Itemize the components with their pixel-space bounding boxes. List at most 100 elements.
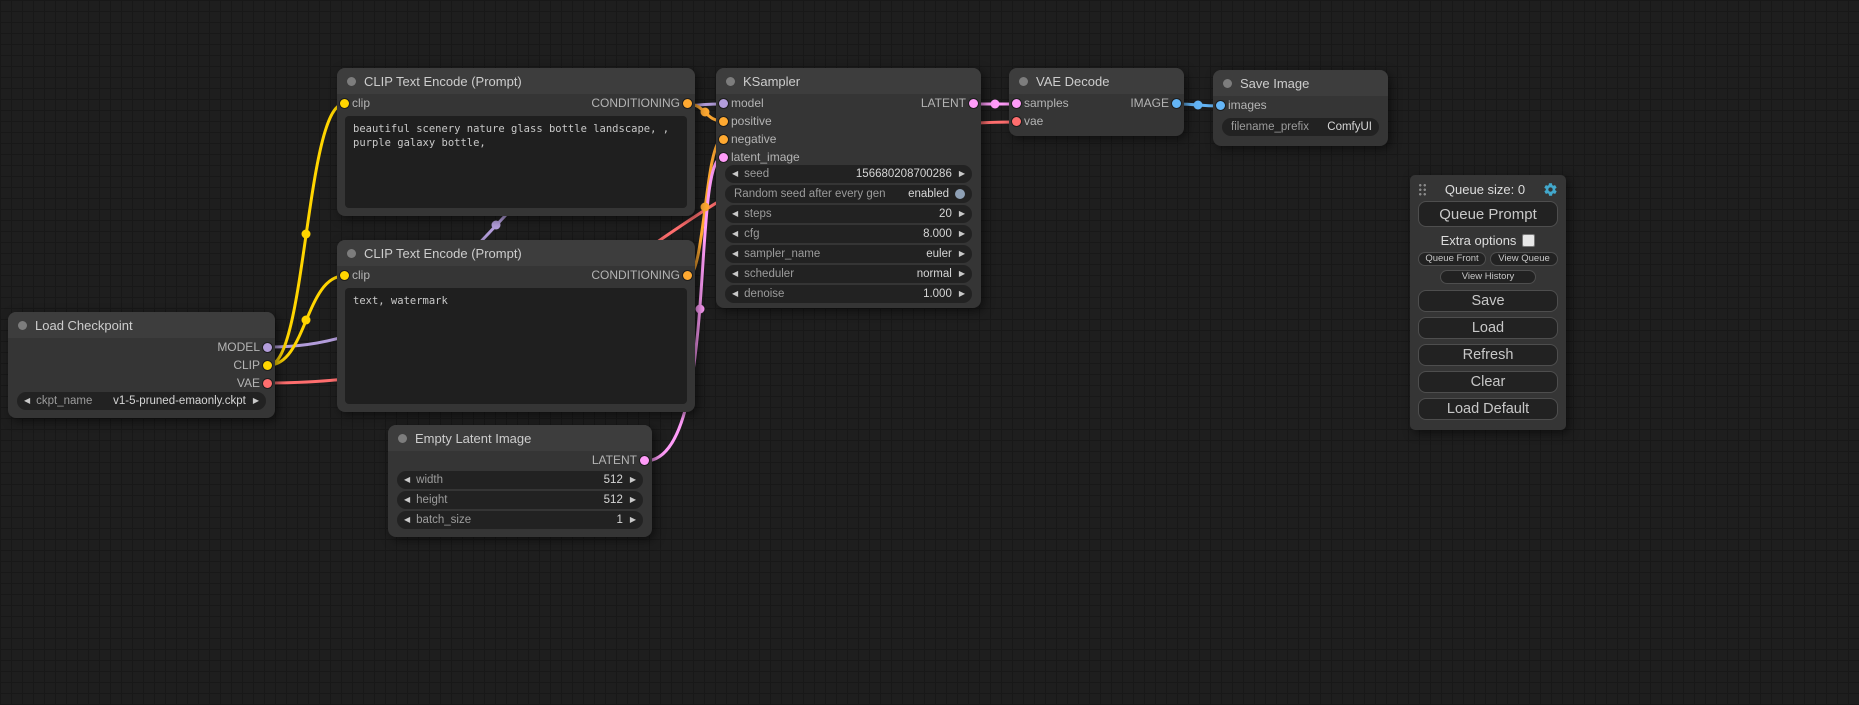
- height-widget[interactable]: height 512: [397, 491, 643, 509]
- load-button[interactable]: Load: [1418, 317, 1558, 339]
- increment-arrow-icon[interactable]: [952, 170, 965, 178]
- load-default-button[interactable]: Load Default: [1418, 398, 1558, 420]
- increment-arrow-icon[interactable]: [952, 230, 965, 238]
- widget-label: batch_size: [416, 514, 471, 526]
- decrement-arrow-icon[interactable]: [732, 170, 738, 178]
- input-socket-model[interactable]: [719, 99, 728, 108]
- decrement-arrow-icon[interactable]: [732, 250, 738, 258]
- decrement-arrow-icon[interactable]: [24, 397, 30, 405]
- decrement-arrow-icon[interactable]: [732, 290, 738, 298]
- clear-button[interactable]: Clear: [1418, 371, 1558, 393]
- input-socket-clip[interactable]: [340, 99, 349, 108]
- node-clip-text-encode-positive[interactable]: CLIP Text Encode (Prompt) clip CONDITION…: [337, 68, 695, 216]
- ckpt-name-widget[interactable]: ckpt_name v1-5-pruned-emaonly.ckpt: [17, 392, 266, 410]
- widget-label: width: [416, 474, 443, 486]
- view-history-button[interactable]: View History: [1440, 270, 1536, 284]
- collapse-dot-icon[interactable]: [18, 321, 27, 330]
- steps-widget[interactable]: steps 20: [725, 205, 972, 223]
- node-save-image[interactable]: Save Image images filename_prefix ComfyU…: [1213, 70, 1388, 146]
- denoise-widget[interactable]: denoise 1.000: [725, 285, 972, 303]
- increment-arrow-icon[interactable]: [623, 476, 636, 484]
- node-empty-latent-image[interactable]: Empty Latent Image LATENT width 512 heig…: [388, 425, 652, 537]
- input-socket-clip[interactable]: [340, 271, 349, 280]
- output-socket-image[interactable]: [1172, 99, 1181, 108]
- collapse-dot-icon[interactable]: [398, 434, 407, 443]
- output-socket-conditioning[interactable]: [683, 99, 692, 108]
- decrement-arrow-icon[interactable]: [404, 516, 410, 524]
- queue-prompt-button[interactable]: Queue Prompt: [1418, 201, 1558, 227]
- increment-arrow-icon[interactable]: [246, 397, 259, 405]
- input-socket-positive[interactable]: [719, 117, 728, 126]
- decrement-arrow-icon[interactable]: [732, 210, 738, 218]
- decrement-arrow-icon[interactable]: [404, 496, 410, 504]
- widget-value: 512: [604, 474, 623, 486]
- node-clip-text-encode-negative[interactable]: CLIP Text Encode (Prompt) clip CONDITION…: [337, 240, 695, 412]
- refresh-button[interactable]: Refresh: [1418, 344, 1558, 366]
- settings-gear-icon[interactable]: [1543, 182, 1558, 197]
- positive-prompt-textarea[interactable]: beautiful scenery nature glass bottle la…: [345, 116, 687, 208]
- sampler-name-widget[interactable]: sampler_name euler: [725, 245, 972, 263]
- cfg-widget[interactable]: cfg 8.000: [725, 225, 972, 243]
- output-socket-conditioning[interactable]: [683, 271, 692, 280]
- output-socket-latent[interactable]: [969, 99, 978, 108]
- save-button[interactable]: Save: [1418, 290, 1558, 312]
- node-title-bar[interactable]: CLIP Text Encode (Prompt): [337, 68, 695, 94]
- output-socket-latent[interactable]: [640, 456, 649, 465]
- slot-label: IMAGE: [1130, 96, 1169, 110]
- decrement-arrow-icon[interactable]: [404, 476, 410, 484]
- increment-arrow-icon[interactable]: [623, 496, 636, 504]
- slot-label: latent_image: [731, 150, 800, 164]
- collapse-dot-icon[interactable]: [347, 77, 356, 86]
- node-title-bar[interactable]: Load Checkpoint: [8, 312, 275, 338]
- collapse-dot-icon[interactable]: [726, 77, 735, 86]
- slot-label: LATENT: [921, 96, 966, 110]
- increment-arrow-icon[interactable]: [952, 210, 965, 218]
- toggle-dot[interactable]: [955, 189, 965, 199]
- link-midpoint-dot: [696, 305, 705, 314]
- queue-front-button[interactable]: Queue Front: [1418, 252, 1486, 266]
- increment-arrow-icon[interactable]: [623, 516, 636, 524]
- increment-arrow-icon[interactable]: [952, 290, 965, 298]
- collapse-dot-icon[interactable]: [1019, 77, 1028, 86]
- node-load-checkpoint[interactable]: Load Checkpoint MODEL CLIP VAE ckpt_name…: [8, 312, 275, 418]
- extra-options-checkbox[interactable]: [1522, 234, 1535, 247]
- node-ksampler[interactable]: KSampler model LATENT positive negative …: [716, 68, 981, 308]
- view-queue-button[interactable]: View Queue: [1490, 252, 1558, 266]
- batch-size-widget[interactable]: batch_size 1: [397, 511, 643, 529]
- random-seed-toggle-widget[interactable]: Random seed after every gen enabled: [725, 185, 972, 203]
- input-socket-negative[interactable]: [719, 135, 728, 144]
- node-title-bar[interactable]: KSampler: [716, 68, 981, 94]
- node-title-bar[interactable]: VAE Decode: [1009, 68, 1184, 94]
- slot-label: LATENT: [592, 453, 637, 467]
- node-title-bar[interactable]: CLIP Text Encode (Prompt): [337, 240, 695, 266]
- node-title-bar[interactable]: Save Image: [1213, 70, 1388, 96]
- slot-label: vae: [1024, 114, 1043, 128]
- output-socket-clip[interactable]: [263, 361, 272, 370]
- collapse-dot-icon[interactable]: [347, 249, 356, 258]
- slot-label: clip: [352, 268, 370, 282]
- input-socket-vae[interactable]: [1012, 117, 1021, 126]
- widget-value: ComfyUI: [1327, 121, 1372, 133]
- drag-handle-icon[interactable]: [1418, 183, 1427, 196]
- increment-arrow-icon[interactable]: [952, 270, 965, 278]
- node-graph-canvas[interactable]: Load Checkpoint MODEL CLIP VAE ckpt_name…: [0, 0, 1859, 705]
- negative-prompt-textarea[interactable]: text, watermark: [345, 288, 687, 404]
- collapse-dot-icon[interactable]: [1223, 79, 1232, 88]
- input-socket-latent-image[interactable]: [719, 153, 728, 162]
- node-title-bar[interactable]: Empty Latent Image: [388, 425, 652, 451]
- link-midpoint-dot: [991, 100, 1000, 109]
- seed-widget[interactable]: seed 156680208700286: [725, 165, 972, 183]
- input-socket-images[interactable]: [1216, 101, 1225, 110]
- input-socket-samples[interactable]: [1012, 99, 1021, 108]
- filename-prefix-widget[interactable]: filename_prefix ComfyUI: [1222, 118, 1379, 136]
- decrement-arrow-icon[interactable]: [732, 270, 738, 278]
- increment-arrow-icon[interactable]: [952, 250, 965, 258]
- node-vae-decode[interactable]: VAE Decode samples IMAGE vae: [1009, 68, 1184, 136]
- width-widget[interactable]: width 512: [397, 471, 643, 489]
- queue-size-label: Queue size: 0: [1427, 182, 1543, 197]
- output-socket-vae[interactable]: [263, 379, 272, 388]
- output-socket-model[interactable]: [263, 343, 272, 352]
- decrement-arrow-icon[interactable]: [732, 230, 738, 238]
- scheduler-widget[interactable]: scheduler normal: [725, 265, 972, 283]
- widget-label: cfg: [744, 228, 759, 240]
